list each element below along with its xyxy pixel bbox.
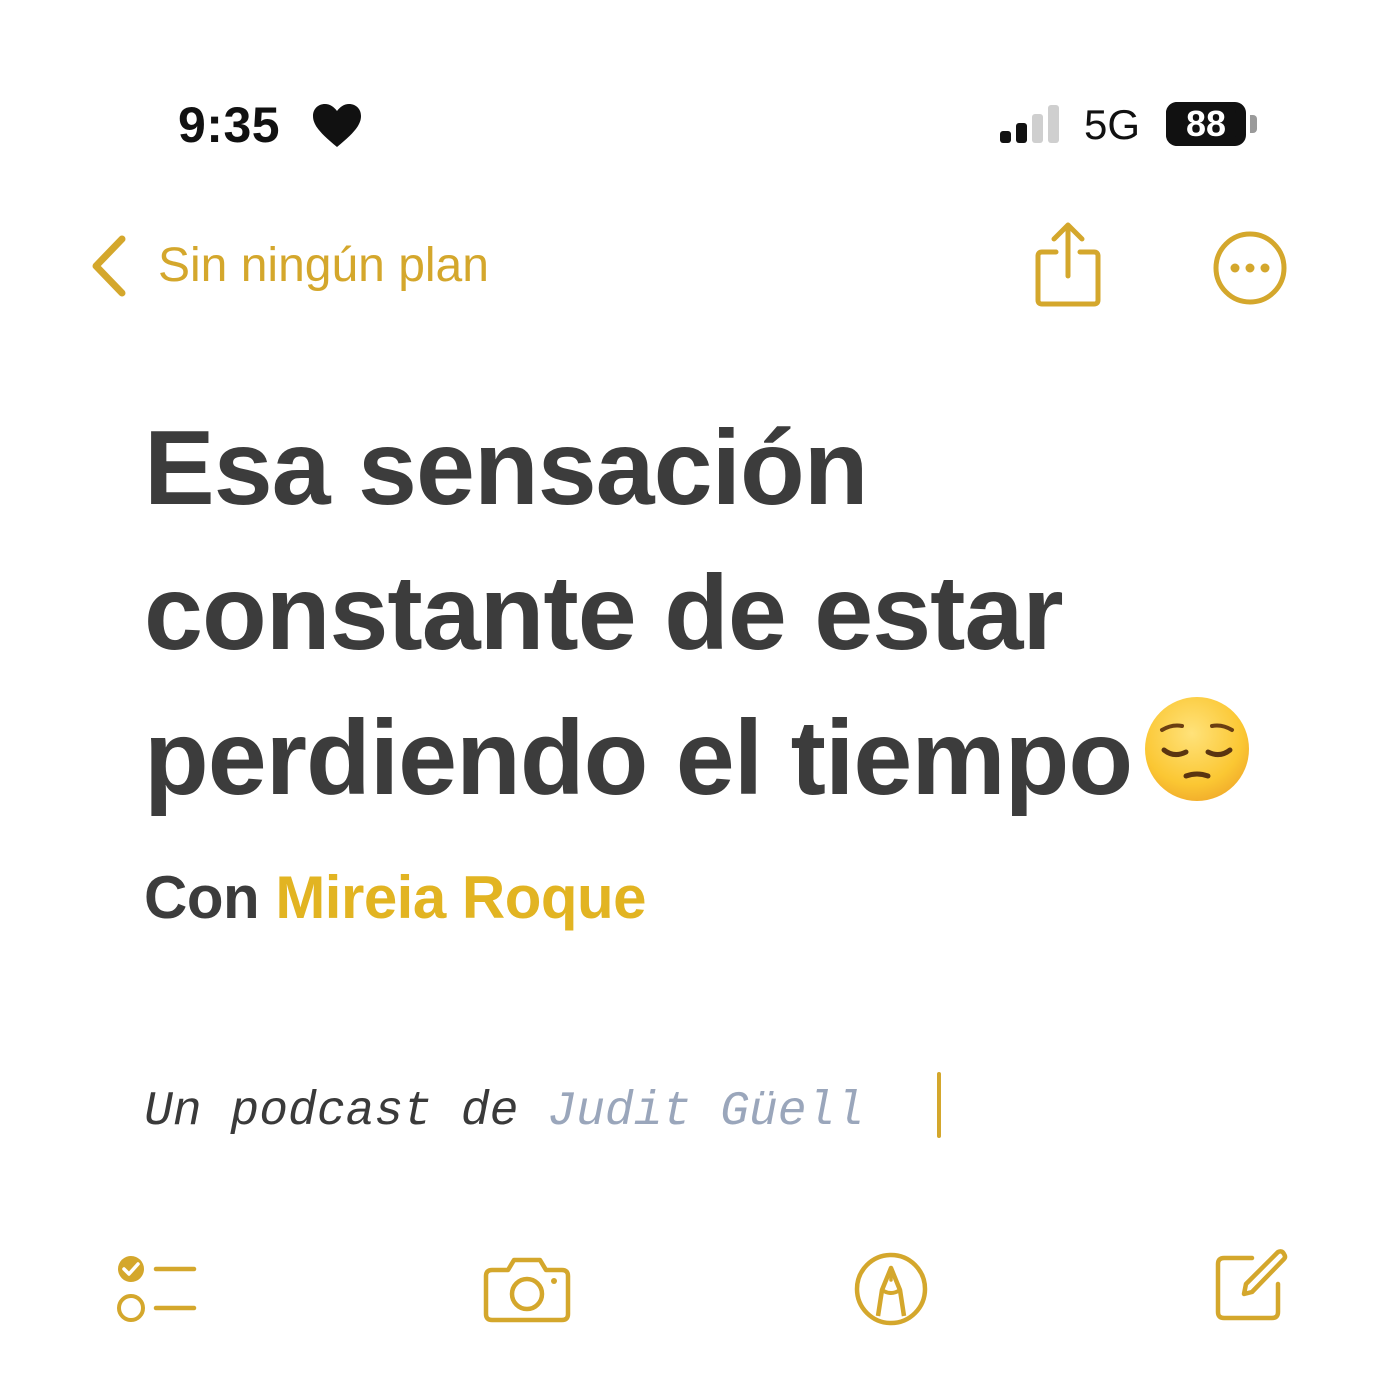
subtitle-guest-name: Mireia Roque bbox=[275, 864, 647, 931]
note-title-line-2: constante de estar bbox=[144, 554, 1064, 672]
share-icon[interactable] bbox=[1030, 220, 1106, 308]
note-subtitle[interactable]: Con Mireia Roque bbox=[144, 858, 647, 938]
note-title-line-1: Esa sensación bbox=[144, 409, 869, 527]
byline-prefix: Un podcast de bbox=[144, 1085, 519, 1139]
signal-bar-3 bbox=[1032, 114, 1043, 143]
ellipsis-circle-icon[interactable] bbox=[1210, 228, 1290, 308]
markup-pen-icon[interactable] bbox=[852, 1250, 930, 1328]
notes-screen: 9:35 5G 88 Sin ningún plan Esa sensación… bbox=[0, 0, 1400, 1400]
signal-bar-2 bbox=[1016, 123, 1027, 143]
text-cursor bbox=[937, 1072, 941, 1138]
signal-bar-4 bbox=[1048, 105, 1059, 143]
back-label: Sin ningún plan bbox=[158, 239, 489, 292]
status-time: 9:35 bbox=[178, 97, 281, 153]
chevron-left-icon bbox=[92, 235, 126, 297]
battery-icon: 88 bbox=[1166, 102, 1246, 146]
subtitle-prefix: Con bbox=[144, 864, 260, 931]
note-byline[interactable]: Un podcast de Judit Güell bbox=[144, 1082, 864, 1142]
battery-percent: 88 bbox=[1185, 103, 1227, 144]
byline-author-name: Judit Güell bbox=[547, 1085, 865, 1139]
signal-bar-1 bbox=[1000, 131, 1011, 143]
note-title[interactable]: Esa sensación constante de estar perdiendo… bbox=[144, 396, 1364, 831]
checklist-icon[interactable] bbox=[114, 1252, 200, 1328]
note-title-line-3: perdiendo el tiempo bbox=[144, 699, 1133, 817]
heart-icon bbox=[313, 104, 361, 147]
back-button[interactable]: Sin ningún plan bbox=[84, 226, 489, 306]
camera-icon[interactable] bbox=[482, 1252, 572, 1324]
battery-cap bbox=[1250, 115, 1257, 133]
network-type: 5G bbox=[1084, 101, 1141, 148]
cellular-signal-icon bbox=[1000, 105, 1059, 143]
pensive-face-emoji-icon bbox=[1145, 697, 1250, 801]
compose-icon[interactable] bbox=[1212, 1248, 1288, 1324]
